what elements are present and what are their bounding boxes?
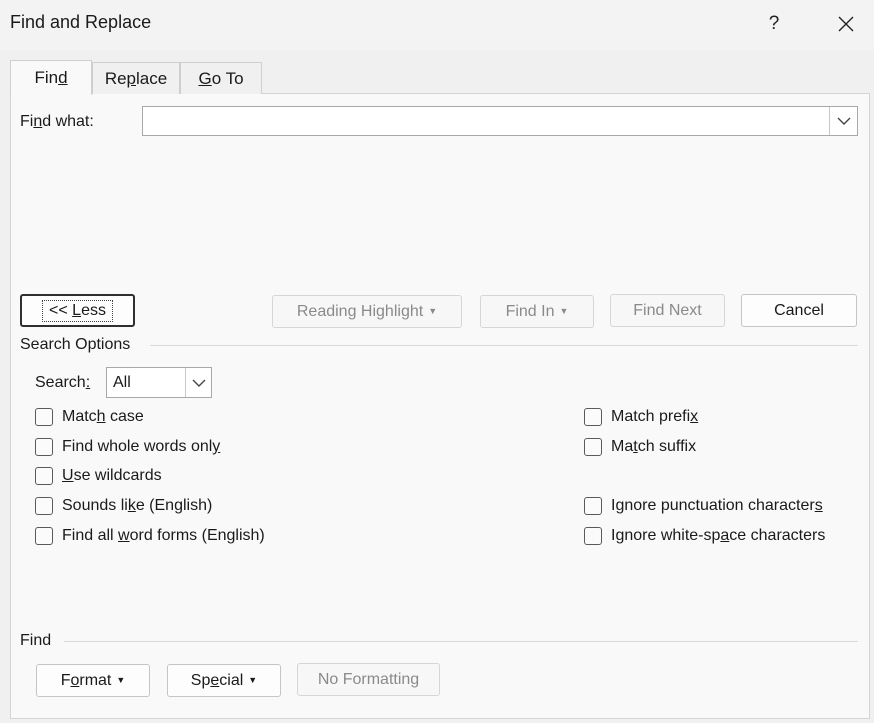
sounds-like-label: Sounds like (English) — [62, 497, 213, 514]
caret-down-icon: ▼ — [559, 305, 569, 316]
tab-find[interactable]: Find — [10, 60, 92, 95]
word-forms-option[interactable]: Find all word forms (English) — [35, 524, 265, 548]
whole-words-option[interactable]: Find whole words only — [35, 435, 220, 459]
find-section-divider — [64, 641, 858, 642]
match-suffix-checkbox[interactable] — [584, 438, 602, 456]
search-options-divider — [150, 345, 858, 346]
chevron-down-icon — [192, 379, 205, 387]
find-in-label: Find In — [505, 302, 555, 320]
ignore-punctuation-checkbox[interactable] — [584, 497, 602, 515]
ignore-whitespace-checkbox[interactable] — [584, 527, 602, 545]
find-what-label: Find what: — [20, 113, 94, 130]
close-button[interactable] — [828, 10, 864, 38]
search-direction-combobox[interactable]: All — [106, 367, 212, 398]
help-button[interactable]: ? — [756, 10, 792, 38]
tab-goto-label: Go To — [198, 68, 244, 88]
caret-down-icon: ▼ — [248, 674, 258, 685]
sounds-like-checkbox[interactable] — [35, 497, 53, 515]
find-next-button[interactable]: Find Next — [610, 294, 725, 327]
wildcards-checkbox[interactable] — [35, 467, 53, 485]
reading-highlight-button[interactable]: Reading Highlight ▼ — [272, 295, 462, 328]
match-prefix-label: Match prefix — [611, 408, 699, 425]
less-button[interactable]: << Less — [20, 294, 135, 327]
wildcards-label: Use wildcards — [62, 467, 162, 484]
caret-down-icon: ▼ — [116, 674, 126, 685]
match-case-option[interactable]: Match case — [35, 405, 144, 429]
tab-goto[interactable]: Go To — [180, 62, 262, 94]
search-direction-value: All — [113, 374, 131, 391]
whole-words-checkbox[interactable] — [35, 438, 53, 456]
match-suffix-option[interactable]: Match suffix — [584, 435, 696, 459]
ignore-punctuation-label: Ignore punctuation characters — [611, 497, 823, 514]
tab-replace-label: Replace — [104, 68, 168, 88]
search-direction-dropdown-button[interactable] — [185, 368, 211, 397]
word-forms-checkbox[interactable] — [35, 527, 53, 545]
whole-words-label: Find whole words only — [62, 438, 221, 455]
format-label: Format — [60, 671, 112, 689]
chevron-down-icon — [837, 117, 850, 125]
find-in-button[interactable]: Find In ▼ — [480, 295, 594, 328]
match-prefix-option[interactable]: Match prefix — [584, 405, 698, 429]
reading-highlight-label: Reading Highlight — [296, 302, 424, 320]
cancel-button[interactable]: Cancel — [741, 294, 857, 327]
search-label: Search: — [35, 374, 91, 391]
format-button[interactable]: Format ▼ — [36, 664, 150, 697]
find-what-input[interactable] — [147, 110, 827, 132]
match-case-checkbox[interactable] — [35, 408, 53, 426]
match-prefix-checkbox[interactable] — [584, 408, 602, 426]
less-button-label: << Less — [42, 299, 113, 322]
close-icon — [838, 16, 854, 32]
search-options-label: Search Options — [20, 336, 139, 354]
match-suffix-label: Match suffix — [611, 438, 697, 455]
no-formatting-button[interactable]: No Formatting — [297, 663, 440, 696]
wildcards-option[interactable]: Use wildcards — [35, 464, 162, 488]
special-label: Special — [190, 671, 244, 689]
ignore-punctuation-option[interactable]: Ignore punctuation characters — [584, 494, 823, 518]
find-section-label: Find — [20, 632, 60, 650]
find-what-dropdown-button[interactable] — [829, 107, 857, 135]
ignore-whitespace-option[interactable]: Ignore white-space characters — [584, 524, 825, 548]
sounds-like-option[interactable]: Sounds like (English) — [35, 494, 212, 518]
find-what-combobox[interactable] — [142, 106, 858, 136]
special-button[interactable]: Special ▼ — [167, 664, 281, 697]
word-forms-label: Find all word forms (English) — [62, 527, 265, 544]
caret-down-icon: ▼ — [428, 305, 438, 316]
tab-replace[interactable]: Replace — [92, 62, 180, 94]
match-case-label: Match case — [62, 408, 144, 425]
tab-find-label: Find — [34, 68, 68, 87]
window-title: Find and Replace — [10, 12, 152, 32]
ignore-whitespace-label: Ignore white-space characters — [611, 527, 826, 544]
